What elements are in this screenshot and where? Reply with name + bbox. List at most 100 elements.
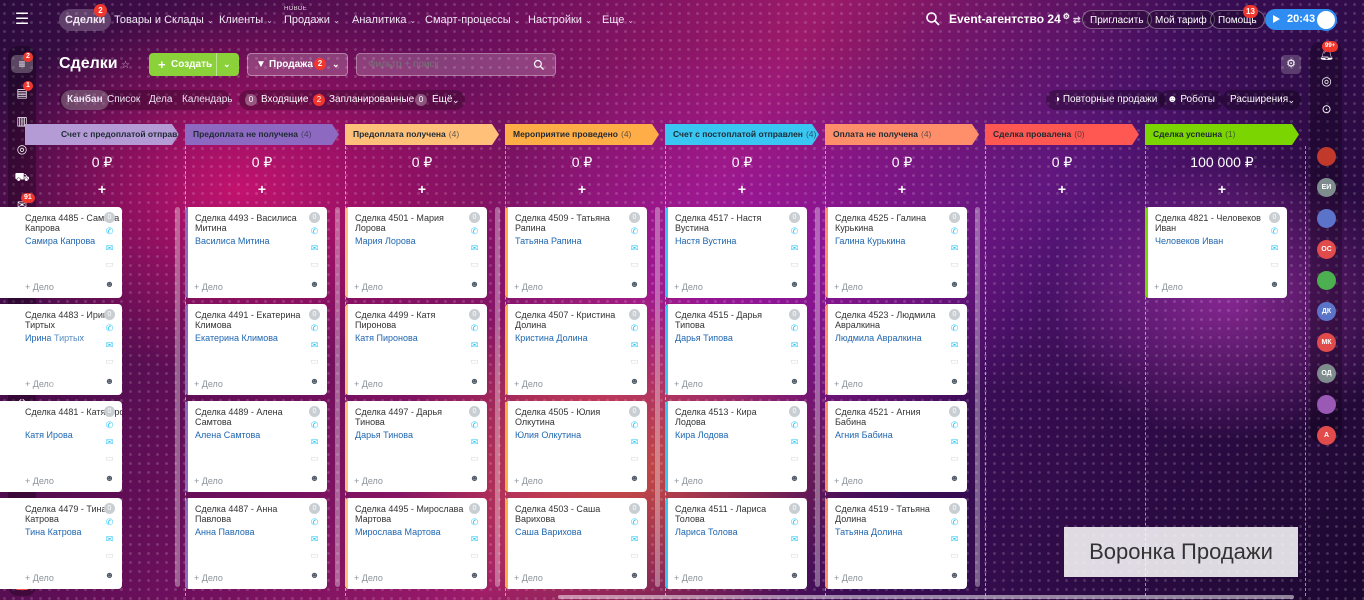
deal-card[interactable]: Сделка 4501 - Мария Лорова Мария Лорова + … xyxy=(345,207,487,298)
mail-icon[interactable]: ✉ xyxy=(789,244,800,253)
robot-icon[interactable]: ☻ xyxy=(949,474,960,483)
add-deal-button[interactable]: + xyxy=(345,181,499,197)
deal-title[interactable]: Сделка 4487 - Анна Павлова xyxy=(195,504,305,524)
add-activity-button[interactable]: + Дело xyxy=(354,573,383,583)
robot-icon[interactable]: ☻ xyxy=(104,474,115,483)
phone-icon[interactable]: ✆ xyxy=(309,421,320,430)
nav-analytics[interactable]: Аналитика ⌄ xyxy=(352,9,416,31)
nav-more[interactable]: Еще ⌄ xyxy=(602,9,634,31)
chat-icon[interactable]: ▭ xyxy=(309,260,320,269)
chat-avatar[interactable] xyxy=(1317,395,1336,414)
robot-icon[interactable]: ☻ xyxy=(104,280,115,289)
deal-card[interactable]: Сделка 4503 - Саша Варихова Саша Варихова… xyxy=(505,498,647,589)
nav-smart-processes[interactable]: Смарт-процессы ⌄ xyxy=(425,9,520,31)
chat-avatar[interactable] xyxy=(1317,147,1336,166)
mail-icon[interactable]: ✉ xyxy=(469,244,480,253)
deal-card[interactable]: Сделка 4491 - Екатерина Климова Екатерина… xyxy=(185,304,327,395)
mail-icon[interactable]: ✉ xyxy=(104,341,115,350)
deal-card[interactable]: Сделка 4521 - Агния Бабина Агния Бабина + … xyxy=(825,401,967,492)
robot-icon[interactable]: ☻ xyxy=(309,474,320,483)
deal-card[interactable]: Сделка 4505 - Юлия Олкутина Юлия Олкутина… xyxy=(505,401,647,492)
add-activity-button[interactable]: + Дело xyxy=(674,379,703,389)
column-header[interactable]: Мероприятие проведено (4) xyxy=(505,124,659,145)
chat-icon[interactable]: ▭ xyxy=(949,454,960,463)
phone-icon[interactable]: ✆ xyxy=(104,227,115,236)
column-scrollbar[interactable] xyxy=(815,207,820,587)
deal-card[interactable]: Сделка 4497 - Дарья Тинова Дарья Тинова + … xyxy=(345,401,487,492)
mail-icon[interactable]: ✉ xyxy=(629,438,640,447)
phone-icon[interactable]: ✆ xyxy=(789,324,800,333)
phone-icon[interactable]: ✆ xyxy=(104,518,115,527)
mail-icon[interactable]: ✉ xyxy=(789,535,800,544)
contact-link[interactable]: Настя Вустина xyxy=(675,236,736,246)
mail-icon[interactable]: ✉ xyxy=(789,341,800,350)
mail-icon[interactable]: ✉ xyxy=(789,438,800,447)
robot-icon[interactable]: ☻ xyxy=(469,280,480,289)
add-deal-button[interactable]: + xyxy=(25,181,179,197)
phone-icon[interactable]: ✆ xyxy=(949,421,960,430)
robot-icon[interactable]: ☻ xyxy=(104,377,115,386)
chat-avatar[interactable]: ОС xyxy=(1317,240,1336,259)
add-activity-button[interactable]: + Дело xyxy=(1154,282,1183,292)
add-activity-button[interactable]: + Дело xyxy=(514,573,543,583)
chat-icon[interactable]: ▭ xyxy=(104,260,115,269)
chat-icon[interactable]: ▭ xyxy=(469,260,480,269)
deal-card[interactable]: Сделка 4511 - Лариса Толова Лариса Толова… xyxy=(665,498,807,589)
column-scrollbar[interactable] xyxy=(175,207,180,587)
phone-icon[interactable]: ✆ xyxy=(469,518,480,527)
add-activity-button[interactable]: + Дело xyxy=(834,573,863,583)
funnel-selector[interactable]: ▼ Продажа 2 ⌄ xyxy=(247,53,348,76)
planned-filter[interactable]: Запланированные xyxy=(329,90,414,110)
deal-title[interactable]: Сделка 4503 - Саша Варихова xyxy=(515,504,625,524)
search-chat-icon[interactable]: ⊙ xyxy=(1318,101,1335,118)
phone-icon[interactable]: ✆ xyxy=(949,324,960,333)
mail-icon[interactable]: ✉ xyxy=(949,244,960,253)
deal-title[interactable]: Сделка 4513 - Кира Лодова xyxy=(675,407,785,427)
chat-icon[interactable]: ▭ xyxy=(469,454,480,463)
robots-button[interactable]: ☻ Роботы xyxy=(1159,90,1223,110)
company-name[interactable]: Event-агентство 24 ⚙ ⇄ xyxy=(949,12,1081,26)
deal-card[interactable]: Сделка 4499 - Катя Пиронова Катя Пиронова… xyxy=(345,304,487,395)
robot-icon[interactable]: ☻ xyxy=(629,377,640,386)
add-activity-button[interactable]: + Дело xyxy=(834,282,863,292)
contact-link[interactable]: Дарья Тинова xyxy=(355,430,413,440)
add-activity-button[interactable]: + Дело xyxy=(834,379,863,389)
robot-icon[interactable]: ☻ xyxy=(789,280,800,289)
add-deal-button[interactable]: + xyxy=(985,181,1139,197)
chat-icon[interactable]: ▭ xyxy=(949,260,960,269)
contact-link[interactable]: Агния Бабина xyxy=(835,430,893,440)
phone-icon[interactable]: ✆ xyxy=(949,227,960,236)
chat-avatar[interactable]: МК xyxy=(1317,333,1336,352)
menu-icon[interactable]: ☰ xyxy=(12,11,32,29)
add-deal-button[interactable]: + xyxy=(505,181,659,197)
pin-icon[interactable]: ☆ xyxy=(121,60,130,71)
chat-icon[interactable]: ▭ xyxy=(629,260,640,269)
mail-icon[interactable]: ✉ xyxy=(949,535,960,544)
contact-link[interactable]: Дарья Типова xyxy=(675,333,733,343)
column-scrollbar[interactable] xyxy=(335,207,340,587)
contact-link[interactable]: Тина Катрова xyxy=(25,527,81,537)
add-activity-button[interactable]: + Дело xyxy=(514,476,543,486)
robot-icon[interactable]: ☻ xyxy=(1269,280,1280,289)
mail-icon[interactable]: ✉ xyxy=(949,341,960,350)
robot-icon[interactable]: ☻ xyxy=(629,280,640,289)
deal-title[interactable]: Сделка 4521 - Агния Бабина xyxy=(835,407,945,427)
mail-icon[interactable]: ✉ xyxy=(309,438,320,447)
chat-avatar[interactable]: ДК xyxy=(1317,302,1336,321)
chat-icon[interactable]: ▭ xyxy=(104,357,115,366)
deal-title[interactable]: Сделка 4519 - Татьяна Долина xyxy=(835,504,945,524)
phone-icon[interactable]: ✆ xyxy=(789,518,800,527)
contact-link[interactable]: Кристина Долина xyxy=(515,333,588,343)
deal-title[interactable]: Сделка 4499 - Катя Пиронова xyxy=(355,310,465,330)
deal-title[interactable]: Сделка 4517 - Настя Вустина xyxy=(675,213,785,233)
create-button[interactable]: + Создать ⌄ xyxy=(149,53,239,76)
contact-link[interactable]: Человеков Иван xyxy=(1155,236,1223,246)
deal-card[interactable]: Сделка 4489 - Алена Самтова Алена Самтова… xyxy=(185,401,327,492)
deal-title[interactable]: Сделка 4821 - Человеков Иван xyxy=(1155,213,1265,233)
deal-title[interactable]: Сделка 4505 - Юлия Олкутина xyxy=(515,407,625,427)
contact-link[interactable]: Самира Капрова xyxy=(25,236,95,246)
nav-clients[interactable]: Клиенты ⌄ xyxy=(219,9,273,31)
add-activity-button[interactable]: + Дело xyxy=(674,476,703,486)
add-activity-button[interactable]: + Дело xyxy=(194,282,223,292)
chat-icon[interactable]: ▭ xyxy=(104,551,115,560)
